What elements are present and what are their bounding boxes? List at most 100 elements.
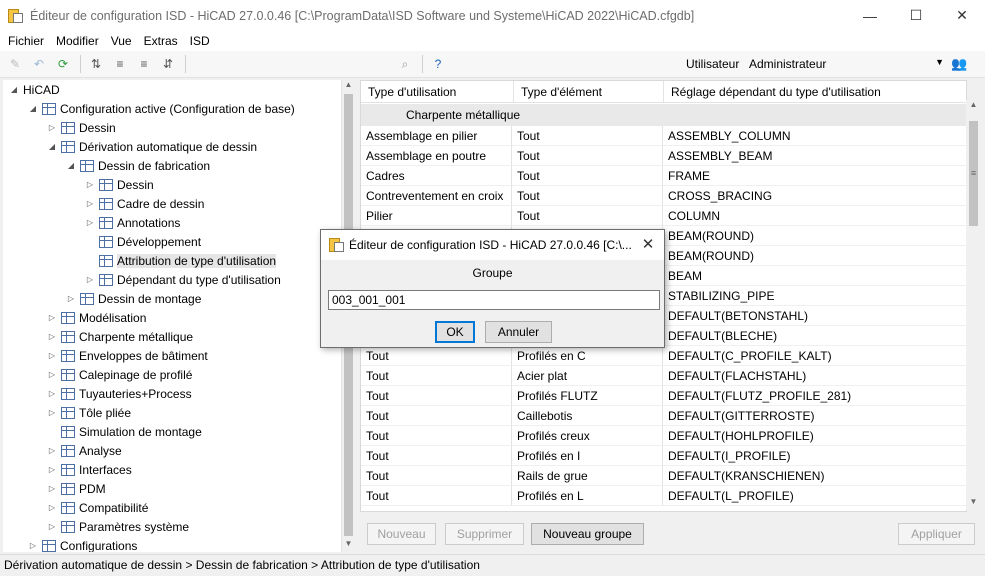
tree-item[interactable]: ▷ Dessin xyxy=(84,175,154,194)
usage-type-cell[interactable]: Assemblage en poutre xyxy=(361,146,512,166)
usage-type-cell[interactable]: Assemblage en pilier xyxy=(361,126,512,146)
element-type-cell[interactable]: Tout xyxy=(512,186,663,206)
expand-icon[interactable]: ▷ xyxy=(84,274,96,286)
tree-item[interactable]: ◢ HiCAD xyxy=(8,80,60,99)
scroll-up-icon[interactable]: ▲ xyxy=(966,100,981,113)
usage-type-cell[interactable]: Tout xyxy=(361,486,512,506)
table-row[interactable]: Tout Profilés en I DEFAULT(I_PROFILE) xyxy=(361,446,966,466)
users-icon[interactable]: 👥 xyxy=(951,56,969,72)
expand-icon[interactable]: ▷ xyxy=(46,122,58,134)
usage-type-cell[interactable]: Tout xyxy=(361,446,512,466)
menu-file[interactable]: Fichier xyxy=(4,34,48,48)
expand-icon[interactable]: ▷ xyxy=(46,407,58,419)
expand-icon[interactable]: ▷ xyxy=(46,331,58,343)
grid-scrollbar[interactable]: ▲ ≡ ▼ xyxy=(966,100,981,510)
setting-cell[interactable]: DEFAULT(C_PROFILE_KALT) xyxy=(663,346,966,366)
close-button[interactable]: ✕ xyxy=(939,0,985,31)
usage-type-cell[interactable]: Tout xyxy=(361,386,512,406)
expand-icon[interactable]: ▷ xyxy=(46,521,58,533)
tree-item[interactable]: ▷ Cadre de dessin xyxy=(84,194,204,213)
tree-item[interactable]: ▷ PDM xyxy=(46,479,106,498)
table-row[interactable]: Tout Profilés en C DEFAULT(C_PROFILE_KALT) xyxy=(361,346,966,366)
expand-icon[interactable]: ▷ xyxy=(46,464,58,476)
element-type-cell[interactable]: Acier plat xyxy=(512,366,663,386)
usage-type-cell[interactable]: Pilier xyxy=(361,206,512,226)
usage-type-cell[interactable]: Contreventement en croix xyxy=(361,186,512,206)
setting-cell[interactable]: DEFAULT(BETONSTAHL) xyxy=(663,306,966,326)
new-button[interactable]: Nouveau xyxy=(367,523,436,545)
element-type-cell[interactable]: Tout xyxy=(512,206,663,226)
expand-icon[interactable]: ▷ xyxy=(65,293,77,305)
setting-cell[interactable]: DEFAULT(KRANSCHIENEN) xyxy=(663,466,966,486)
collapse-icon[interactable]: ◢ xyxy=(27,103,39,115)
setting-cell[interactable]: ASSEMBLY_COLUMN xyxy=(663,126,966,146)
tree-item[interactable]: ▷ Enveloppes de bâtiment xyxy=(46,346,208,365)
tree-item[interactable]: ▷ Configurations xyxy=(27,536,137,553)
collapse-icon[interactable]: ◢ xyxy=(46,141,58,153)
tree-item[interactable]: ▷ Compatibilité xyxy=(46,498,148,517)
tree-item[interactable]: ▷ Tôle pliée xyxy=(46,403,131,422)
element-type-cell[interactable]: Profilés en I xyxy=(512,446,663,466)
usage-type-cell[interactable]: Tout xyxy=(361,346,512,366)
element-type-cell[interactable]: Profilés creux xyxy=(512,426,663,446)
expand-icon[interactable]: ▷ xyxy=(46,312,58,324)
setting-cell[interactable]: DEFAULT(L_PROFILE) xyxy=(663,486,966,506)
element-type-cell[interactable]: Tout xyxy=(512,126,663,146)
sort-2-icon[interactable]: ≡ xyxy=(111,55,129,73)
expand-icon[interactable]: ▷ xyxy=(46,369,58,381)
sort-1-icon[interactable]: ⇅ xyxy=(87,55,105,73)
menu-isd[interactable]: ISD xyxy=(186,34,214,48)
config-tree[interactable]: ◢ HiCAD ◢ Configuration active (Configurati… xyxy=(3,80,341,552)
setting-cell[interactable]: DEFAULT(BLECHE) xyxy=(663,326,966,346)
tree-item[interactable]: ▷ Annotations xyxy=(84,213,180,232)
table-row[interactable]: Tout Acier plat DEFAULT(FLACHSTAHL) xyxy=(361,366,966,386)
tree-item[interactable]: Développement xyxy=(84,232,201,251)
expand-icon[interactable]: ▷ xyxy=(84,198,96,210)
tree-item[interactable]: ▷ Tuyauteries+Process xyxy=(46,384,192,403)
expand-icon[interactable]: ▷ xyxy=(46,483,58,495)
tree-item[interactable]: Attribution de type d'utilisation xyxy=(84,251,277,270)
user-select[interactable]: Administrateur ▼ xyxy=(745,54,948,74)
tree-item[interactable]: ◢ Configuration active (Configuration de … xyxy=(27,99,295,118)
tree-item[interactable]: ◢ Dessin de fabrication xyxy=(65,156,210,175)
usage-type-cell[interactable]: Tout xyxy=(361,366,512,386)
element-type-cell[interactable]: Profilés en L xyxy=(512,486,663,506)
table-row[interactable]: Tout Profilés en L DEFAULT(L_PROFILE) xyxy=(361,486,966,506)
usage-type-cell[interactable]: Tout xyxy=(361,406,512,426)
setting-cell[interactable]: DEFAULT(GITTERROSTE) xyxy=(663,406,966,426)
collapse-icon[interactable]: ◢ xyxy=(65,160,77,172)
ok-button[interactable]: OK xyxy=(435,321,475,343)
expand-icon[interactable]: ▷ xyxy=(46,388,58,400)
table-row[interactable]: Pilier Tout COLUMN xyxy=(361,206,966,226)
close-icon[interactable]: ✕ xyxy=(638,235,658,255)
sort-3-icon[interactable]: ≡ xyxy=(135,55,153,73)
setting-cell[interactable]: COLUMN xyxy=(663,206,966,226)
minimize-button[interactable]: — xyxy=(847,0,893,31)
table-row[interactable]: Tout Rails de grue DEFAULT(KRANSCHIENEN) xyxy=(361,466,966,486)
delete-button[interactable]: Supprimer xyxy=(445,523,524,545)
menu-edit[interactable]: Modifier xyxy=(52,34,103,48)
usage-type-cell[interactable]: Tout xyxy=(361,426,512,446)
new-group-button[interactable]: Nouveau groupe xyxy=(531,523,644,545)
sort-4-icon[interactable]: ⇵ xyxy=(159,55,177,73)
element-type-cell[interactable]: Profilés en C xyxy=(512,346,663,366)
setting-cell[interactable]: FRAME xyxy=(663,166,966,186)
expand-icon[interactable]: ▷ xyxy=(84,217,96,229)
table-row[interactable]: Contreventement en croix Tout CROSS_BRACIN… xyxy=(361,186,966,206)
setting-cell[interactable]: BEAM(ROUND) xyxy=(663,226,966,246)
menu-extras[interactable]: Extras xyxy=(140,34,182,48)
tree-item[interactable]: Simulation de montage xyxy=(46,422,202,441)
expand-icon[interactable]: ▷ xyxy=(46,502,58,514)
tree-item[interactable]: ▷ Calepinage de profilé xyxy=(46,365,193,384)
table-row[interactable]: Tout Caillebotis DEFAULT(GITTERROSTE) xyxy=(361,406,966,426)
setting-cell[interactable]: STABILIZING_PIPE xyxy=(663,286,966,306)
tree-item[interactable]: ▷ Interfaces xyxy=(46,460,132,479)
column-header-usage-type[interactable]: Type d'utilisation xyxy=(361,81,514,103)
pencil-icon[interactable]: ✎ xyxy=(6,55,24,73)
scroll-down-icon[interactable]: ▼ xyxy=(342,539,355,552)
table-row[interactable]: Assemblage en pilier Tout ASSEMBLY_COLUMN xyxy=(361,126,966,146)
tree-item[interactable]: ▷ Modélisation xyxy=(46,308,146,327)
cancel-button[interactable]: Annuler xyxy=(485,321,552,343)
element-type-cell[interactable]: Tout xyxy=(512,166,663,186)
table-row[interactable]: Cadres Tout FRAME xyxy=(361,166,966,186)
